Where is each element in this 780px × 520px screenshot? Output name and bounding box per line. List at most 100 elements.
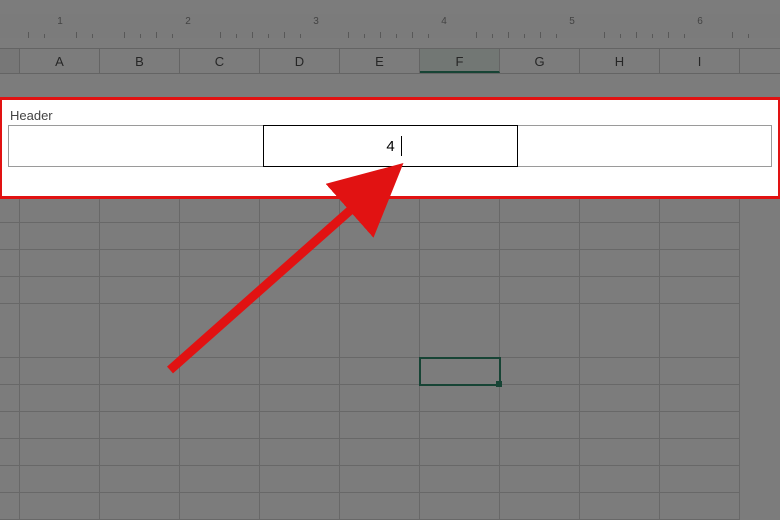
horizontal-ruler[interactable]: 1 2 3 4 5 6: [0, 14, 780, 38]
cell[interactable]: [100, 358, 180, 385]
cell[interactable]: [660, 439, 740, 466]
cell[interactable]: [500, 304, 580, 358]
column-header-a[interactable]: A: [20, 49, 100, 73]
cell[interactable]: [260, 196, 340, 223]
selected-cell[interactable]: [420, 358, 500, 385]
cell[interactable]: [580, 385, 660, 412]
cell[interactable]: [20, 358, 100, 385]
cell[interactable]: [420, 304, 500, 358]
cell[interactable]: [100, 250, 180, 277]
cell[interactable]: [20, 277, 100, 304]
cell[interactable]: [660, 412, 740, 439]
header-center-field[interactable]: [264, 128, 518, 170]
cell[interactable]: [340, 412, 420, 439]
column-header-i[interactable]: I: [660, 49, 740, 73]
cell[interactable]: [420, 493, 500, 520]
column-header-h[interactable]: H: [580, 49, 660, 73]
cell[interactable]: [260, 385, 340, 412]
cell[interactable]: [500, 250, 580, 277]
fill-handle[interactable]: [496, 381, 502, 387]
cell[interactable]: [660, 277, 740, 304]
cell[interactable]: [20, 223, 100, 250]
cell[interactable]: [500, 412, 580, 439]
cell[interactable]: [660, 493, 740, 520]
cell[interactable]: [580, 466, 660, 493]
cell[interactable]: [660, 223, 740, 250]
column-header-d[interactable]: D: [260, 49, 340, 73]
cell[interactable]: [580, 358, 660, 385]
cell[interactable]: [180, 196, 260, 223]
cell[interactable]: [660, 250, 740, 277]
cell[interactable]: [580, 439, 660, 466]
cell[interactable]: [260, 466, 340, 493]
cell[interactable]: [180, 439, 260, 466]
cell[interactable]: [660, 385, 740, 412]
cell[interactable]: [420, 277, 500, 304]
column-header-e[interactable]: E: [340, 49, 420, 73]
column-header-f[interactable]: F: [420, 49, 500, 73]
cell[interactable]: [420, 439, 500, 466]
cell[interactable]: [500, 385, 580, 412]
cell[interactable]: [580, 412, 660, 439]
cell[interactable]: [20, 250, 100, 277]
cell[interactable]: [660, 196, 740, 223]
select-all-corner[interactable]: [0, 49, 20, 73]
cell[interactable]: [100, 493, 180, 520]
cell[interactable]: [340, 304, 420, 358]
cell[interactable]: [260, 304, 340, 358]
cell[interactable]: [180, 223, 260, 250]
cell[interactable]: [660, 466, 740, 493]
cell[interactable]: [20, 466, 100, 493]
cell[interactable]: [660, 304, 740, 358]
cell[interactable]: [500, 223, 580, 250]
cell[interactable]: [580, 493, 660, 520]
cell[interactable]: [180, 493, 260, 520]
cell[interactable]: [180, 412, 260, 439]
cell[interactable]: [180, 385, 260, 412]
cell[interactable]: [580, 304, 660, 358]
cell[interactable]: [340, 466, 420, 493]
cell[interactable]: [20, 304, 100, 358]
cell[interactable]: [340, 493, 420, 520]
cell[interactable]: [500, 466, 580, 493]
cell[interactable]: [180, 250, 260, 277]
header-center-input[interactable]: [265, 129, 517, 169]
header-right-input[interactable]: [516, 129, 768, 169]
header-left-input[interactable]: [12, 129, 264, 169]
cell[interactable]: [580, 223, 660, 250]
cell[interactable]: [420, 412, 500, 439]
cell[interactable]: [100, 466, 180, 493]
cell[interactable]: [20, 439, 100, 466]
cell[interactable]: [100, 385, 180, 412]
cell[interactable]: [260, 412, 340, 439]
cell[interactable]: [500, 358, 580, 385]
cell[interactable]: [500, 196, 580, 223]
cell[interactable]: [420, 250, 500, 277]
cell[interactable]: [180, 277, 260, 304]
cell[interactable]: [260, 493, 340, 520]
cell[interactable]: [260, 250, 340, 277]
cell[interactable]: [340, 223, 420, 250]
cell[interactable]: [340, 250, 420, 277]
column-header-b[interactable]: B: [100, 49, 180, 73]
cell[interactable]: [340, 196, 420, 223]
cell[interactable]: [420, 196, 500, 223]
cell[interactable]: [580, 250, 660, 277]
cell[interactable]: [260, 439, 340, 466]
cell[interactable]: [340, 277, 420, 304]
column-header-c[interactable]: C: [180, 49, 260, 73]
cell[interactable]: [20, 196, 100, 223]
cell[interactable]: [180, 466, 260, 493]
cell[interactable]: [20, 493, 100, 520]
cell[interactable]: [660, 358, 740, 385]
cell[interactable]: [340, 439, 420, 466]
cell[interactable]: [100, 439, 180, 466]
cell[interactable]: [340, 385, 420, 412]
cell[interactable]: [580, 277, 660, 304]
cell[interactable]: [100, 412, 180, 439]
cell[interactable]: [180, 358, 260, 385]
cell[interactable]: [20, 385, 100, 412]
cell[interactable]: [100, 223, 180, 250]
header-right-field[interactable]: [516, 129, 768, 169]
header-left-field[interactable]: [12, 129, 265, 169]
